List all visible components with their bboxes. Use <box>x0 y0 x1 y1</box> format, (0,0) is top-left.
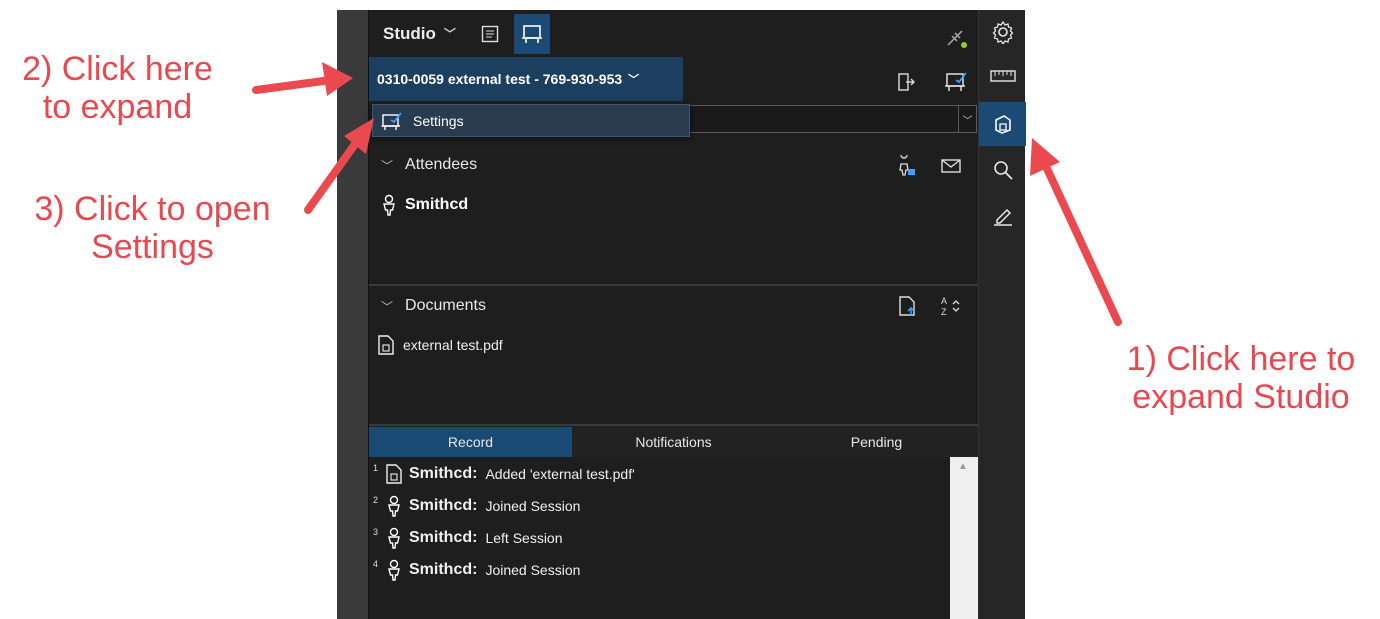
scroll-up-icon[interactable]: ▲ <box>958 461 968 472</box>
exit-door-icon <box>898 73 915 91</box>
bluebeam-app-window: Studio ﹀ 0310-0059 external test - 769-9… <box>337 10 1026 619</box>
record-number: 3 <box>373 527 379 537</box>
connection-status-icon[interactable] <box>941 22 971 52</box>
svg-text:Z: Z <box>941 307 947 317</box>
chevron-down-icon: ﹀ <box>443 27 456 41</box>
email-attendees-button[interactable] <box>937 152 965 180</box>
record-number: 4 <box>373 559 379 569</box>
add-document-icon <box>899 296 915 316</box>
record-list: 1 Smithcd: Added 'external test.pdf' 2 S… <box>369 457 949 619</box>
record-user: Smithcd: <box>409 497 478 514</box>
documents-section-header[interactable]: ﹀ Documents <box>369 288 979 324</box>
record-tabs: Record Notifications Pending <box>369 427 979 457</box>
session-settings-icon <box>945 72 967 91</box>
chevron-down-icon: ﹀ <box>381 158 394 173</box>
record-scrollbar[interactable]: ▲ <box>950 457 979 619</box>
session-settings-button[interactable] <box>941 66 971 96</box>
record-text: Added 'external test.pdf' <box>485 466 635 482</box>
chevron-down-icon: ﹀ <box>958 106 976 132</box>
list-document-icon <box>481 25 499 43</box>
invite-attendees-button[interactable] <box>893 152 921 180</box>
pdf-document-icon <box>378 335 394 355</box>
gear-icon <box>992 20 1013 44</box>
properties-button[interactable] <box>979 10 1026 54</box>
person-icon <box>388 495 400 517</box>
sort-documents-button[interactable]: AZ <box>935 292 967 320</box>
tab-notifications[interactable]: Notifications <box>572 427 775 457</box>
documents-heading: Documents <box>405 297 486 314</box>
menu-item-label: Settings <box>413 112 464 129</box>
record-text: Joined Session <box>485 562 581 578</box>
upload-document-button[interactable] <box>893 292 921 320</box>
studio-title: Studio <box>383 23 436 43</box>
session-view-button[interactable] <box>514 14 550 54</box>
list-item[interactable]: 3 Smithcd: Left Session <box>373 525 563 551</box>
person-icon <box>388 527 400 549</box>
session-label: 0310-0059 external test - 769-930-953 <box>377 71 623 87</box>
record-text: Joined Session <box>485 498 581 514</box>
attendee-item[interactable]: Smithcd <box>381 194 468 216</box>
filter-combobox[interactable]: ﹀ <box>687 105 977 133</box>
sort-az-icon: AZ <box>941 296 960 317</box>
attendees-section-header[interactable]: ﹀ Attendees <box>369 147 979 183</box>
session-dropdown-button[interactable]: 0310-0059 external test - 769-930-953 ﹀ <box>369 57 683 101</box>
svg-text:A: A <box>941 296 947 306</box>
ruler-icon <box>989 70 1016 82</box>
studio-panel: Studio ﹀ 0310-0059 external test - 769-9… <box>368 10 979 619</box>
document-icon <box>386 464 402 484</box>
list-item[interactable]: 4 Smithcd: Joined Session <box>373 557 580 583</box>
person-icon <box>383 194 395 216</box>
leave-session-button[interactable] <box>891 68 921 96</box>
document-name: external test.pdf <box>403 337 503 353</box>
session-icon <box>522 25 542 43</box>
studio-title-dropdown[interactable]: Studio ﹀ <box>369 10 456 57</box>
search-button[interactable] <box>979 148 1026 192</box>
document-view-button[interactable] <box>472 14 508 54</box>
mail-icon <box>941 159 961 173</box>
signature-pen-icon <box>993 208 1012 226</box>
person-icon <box>388 559 400 581</box>
signatures-button[interactable] <box>979 194 1026 238</box>
list-item[interactable]: 1 Smithcd: Added 'external test.pdf' <box>373 461 635 487</box>
chevron-down-icon: ﹀ <box>381 299 394 314</box>
measurements-button[interactable] <box>979 54 1026 98</box>
studio-icon <box>994 115 1011 134</box>
annotation-step-3: 3) Click to open Settings <box>34 190 271 266</box>
attendees-heading: Attendees <box>405 156 478 173</box>
section-divider <box>369 284 979 286</box>
left-dock-strip <box>337 10 368 619</box>
record-text: Left Session <box>485 530 563 546</box>
record-number: 2 <box>373 495 379 505</box>
tab-pending[interactable]: Pending <box>775 427 978 457</box>
session-settings-icon <box>381 111 402 130</box>
record-number: 1 <box>373 463 379 473</box>
annotation-step-2: 2) Click here to expand <box>22 50 213 126</box>
chevron-down-icon: ﹀ <box>628 74 640 86</box>
attendee-name: Smithcd <box>405 196 469 213</box>
search-icon <box>993 161 1013 180</box>
document-item[interactable]: external test.pdf <box>377 334 503 356</box>
arrow-step-1 <box>1030 138 1122 326</box>
section-divider <box>369 424 979 426</box>
record-user: Smithcd: <box>409 529 478 546</box>
list-item[interactable]: 2 Smithcd: Joined Session <box>373 493 580 519</box>
annotation-step-1: 1) Click here to expand Studio <box>1126 340 1356 416</box>
menu-item-settings[interactable]: Settings <box>372 104 690 137</box>
add-attendee-icon <box>899 155 915 176</box>
tab-record[interactable]: Record <box>369 427 572 457</box>
record-user: Smithcd: <box>409 465 478 482</box>
right-toolbar <box>978 10 1026 619</box>
record-user: Smithcd: <box>409 561 478 578</box>
studio-button[interactable] <box>979 102 1026 146</box>
